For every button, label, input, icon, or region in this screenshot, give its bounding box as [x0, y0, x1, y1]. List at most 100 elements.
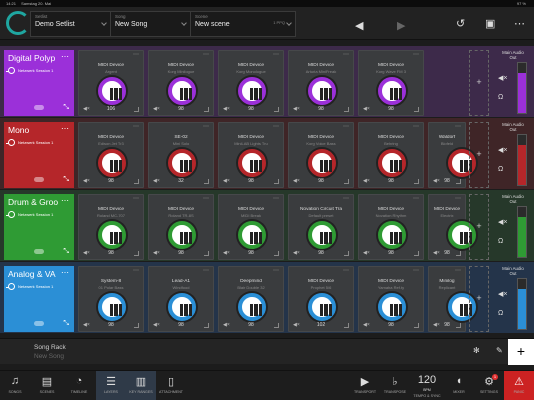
- volume-knob[interactable]: [378, 149, 406, 177]
- resize-handle-icon[interactable]: [344, 323, 349, 328]
- tab-layers[interactable]: ☰ LAYERS: [96, 371, 126, 400]
- resize-handle-icon[interactable]: [274, 251, 279, 256]
- more-icon[interactable]: ⋯: [343, 195, 349, 202]
- resize-handle-icon[interactable]: [134, 179, 139, 184]
- more-icon[interactable]: ⋯: [455, 195, 461, 202]
- speaker-mute-icon[interactable]: ◀×: [498, 74, 507, 82]
- volume-knob[interactable]: [238, 77, 266, 105]
- level-meter[interactable]: [517, 62, 527, 114]
- volume-knob[interactable]: [308, 221, 336, 249]
- device-tile[interactable]: ⋯ Minilog Replicant ◀× 98: [428, 266, 476, 332]
- more-icon[interactable]: ⋯: [413, 51, 419, 58]
- more-icon[interactable]: ⋯: [273, 123, 279, 130]
- volume-knob[interactable]: [168, 77, 196, 105]
- device-tile[interactable]: ⋯ MIDI Device Yamaha Ref.ty ◀× 98: [358, 266, 424, 332]
- speaker-mute-icon[interactable]: ◀×: [498, 146, 507, 154]
- resize-handle-icon[interactable]: [344, 107, 349, 112]
- more-icon[interactable]: ⋯: [61, 268, 69, 277]
- layer-header[interactable]: Digital Polyp ⋯ Netzwerk Session 1 ⤡: [4, 50, 74, 116]
- speaker-mute-icon[interactable]: ◀×: [498, 290, 507, 298]
- scene-selector[interactable]: Scene New scene 1 PPQ: [191, 12, 295, 36]
- speaker-mute-icon[interactable]: ◀×: [498, 218, 507, 226]
- save-icon[interactable]: ▣: [485, 17, 495, 30]
- app-logo-icon[interactable]: [6, 11, 30, 35]
- tab-transport[interactable]: ▶ TRANSPORT: [350, 371, 380, 400]
- device-tile[interactable]: ⋯ MIDI Device Roland MC-707 ◀× 98: [78, 194, 144, 260]
- device-tile[interactable]: ⋯ MIDI Device Electrix ◀× 98: [428, 194, 476, 260]
- more-icon[interactable]: ⋯: [203, 123, 209, 130]
- more-icon[interactable]: ⋯: [133, 51, 139, 58]
- resize-handle-icon[interactable]: [414, 179, 419, 184]
- more-icon[interactable]: ⋯: [343, 51, 349, 58]
- more-icon[interactable]: ⋯: [203, 51, 209, 58]
- device-tile[interactable]: ⋯ MIDI Device MiniLAB Lights Tru ◀× 98: [218, 122, 284, 188]
- device-tile[interactable]: ⋯ MIDI Device Korg Voice Bass ◀× 98: [288, 122, 354, 188]
- add-device-button[interactable]: +: [469, 194, 489, 260]
- song-selector[interactable]: Song New Song: [111, 12, 191, 36]
- tab-key-ranges[interactable]: ▥ KEY RANGES: [126, 371, 156, 400]
- device-tile[interactable]: ⋯ System-8 01 Polar Bass ◀× 98: [78, 266, 144, 332]
- resize-handle-icon[interactable]: [204, 323, 209, 328]
- more-icon[interactable]: ⋯: [413, 123, 419, 130]
- more-icon[interactable]: ⋯: [133, 267, 139, 274]
- device-tile[interactable]: ⋯ MIDI Device Korg Monologue ◀× 98: [218, 50, 284, 116]
- more-icon[interactable]: ⋯: [455, 123, 461, 130]
- more-icon[interactable]: ⋯: [61, 196, 69, 205]
- bluetooth-icon[interactable]: ✻: [473, 346, 480, 355]
- level-meter[interactable]: [517, 134, 527, 186]
- tab-attachment[interactable]: ▯ ATTACHMENT: [156, 371, 186, 400]
- resize-handle-icon[interactable]: [274, 323, 279, 328]
- device-tile[interactable]: ⋯ MIDI Device MIDI Break ◀× 98: [218, 194, 284, 260]
- expand-icon[interactable]: ⤡: [63, 320, 69, 328]
- volume-knob[interactable]: [98, 221, 126, 249]
- device-tile[interactable]: ⋯ MIDI Device Roland TR-8S ◀× 98: [148, 194, 214, 260]
- layer-toggle[interactable]: [34, 249, 44, 254]
- volume-knob[interactable]: [378, 77, 406, 105]
- device-tile[interactable]: ⋯ Novation Circuit Tra Default preset ◀×…: [288, 194, 354, 260]
- volume-knob[interactable]: [168, 221, 196, 249]
- headphones-icon[interactable]: Ω: [498, 166, 503, 173]
- resize-handle-icon[interactable]: [456, 323, 461, 328]
- device-tile[interactable]: ⋯ SE-02 Mini Solo ◀× 32: [148, 122, 214, 188]
- volume-knob[interactable]: [378, 221, 406, 249]
- tab-panic[interactable]: ⚠ PANIC: [504, 371, 534, 400]
- device-tile[interactable]: ⋯ Deepmind Blair Double 32 ◀× 98: [218, 266, 284, 332]
- device-tile[interactable]: ⋯ MIDI Device Edison Jet Tr3 ◀× 98: [78, 122, 144, 188]
- tab-timeline[interactable]: ◔ TIMELINE: [64, 371, 94, 400]
- resize-handle-icon[interactable]: [204, 107, 209, 112]
- device-tile[interactable]: ⋯ MIDI Device Arturia MiniFreak ◀× 98: [288, 50, 354, 116]
- volume-knob[interactable]: [168, 293, 196, 321]
- more-icon[interactable]: ⋯: [455, 267, 461, 274]
- device-tile[interactable]: ⋯ MIDI Device Prophet 5/6 ◀× 102: [288, 266, 354, 332]
- add-device-button[interactable]: +: [469, 122, 489, 188]
- headphones-icon[interactable]: Ω: [498, 238, 503, 245]
- tab-scenes[interactable]: ▤ SCENES: [32, 371, 62, 400]
- device-tile[interactable]: ⋯ MIDI Device Argent ◀× 106: [78, 50, 144, 116]
- tab-tempo-sync[interactable]: 120 BPM TEMPO & SYNC: [410, 371, 444, 400]
- volume-knob[interactable]: [98, 77, 126, 105]
- resize-handle-icon[interactable]: [274, 179, 279, 184]
- add-rack-button[interactable]: +: [508, 339, 534, 365]
- tab-settings[interactable]: ⚙ SETTINGS 1: [474, 371, 504, 400]
- tab-songs[interactable]: ♫ SONGS: [0, 371, 30, 400]
- previous-scene-icon[interactable]: ◀: [355, 19, 363, 32]
- resize-handle-icon[interactable]: [414, 251, 419, 256]
- expand-icon[interactable]: ⤡: [63, 104, 69, 112]
- tab-mixer[interactable]: ◖ MIXER: [444, 371, 474, 400]
- level-meter[interactable]: [517, 278, 527, 330]
- more-icon[interactable]: ⋯: [203, 267, 209, 274]
- add-device-button[interactable]: +: [469, 50, 489, 116]
- resize-handle-icon[interactable]: [456, 251, 461, 256]
- expand-icon[interactable]: ⤡: [63, 248, 69, 256]
- layer-toggle[interactable]: [34, 105, 44, 110]
- more-icon[interactable]: ⋯: [343, 267, 349, 274]
- resize-handle-icon[interactable]: [344, 179, 349, 184]
- layer-header[interactable]: Drum & Groo ⋯ Netzwerk Session 1 ⤡: [4, 194, 74, 260]
- volume-knob[interactable]: [378, 293, 406, 321]
- layer-toggle[interactable]: [34, 321, 44, 326]
- volume-knob[interactable]: [98, 149, 126, 177]
- resize-handle-icon[interactable]: [344, 251, 349, 256]
- resize-handle-icon[interactable]: [204, 251, 209, 256]
- device-tile[interactable]: ⋯ MIDI Device Korg Minilogue ◀× 98: [148, 50, 214, 116]
- resize-handle-icon[interactable]: [414, 107, 419, 112]
